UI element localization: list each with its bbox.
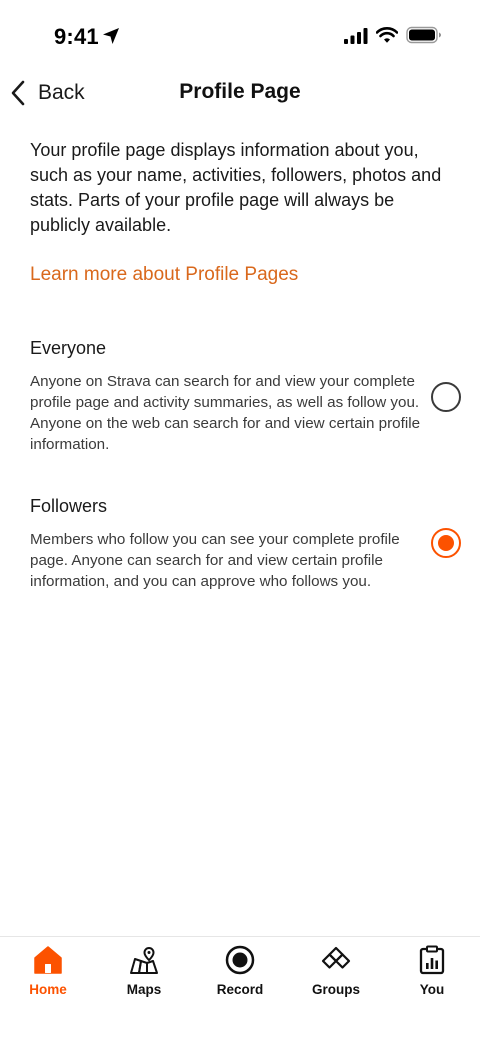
tab-label: Home [29, 982, 67, 997]
status-time: 9:41 [54, 24, 99, 49]
tab-maps[interactable]: Maps [96, 945, 192, 1005]
option-description: Anyone on Strava can search for and view… [30, 373, 421, 453]
home-icon [34, 946, 62, 974]
navigation-bar: Back Profile Page [0, 70, 480, 116]
tab-label: You [419, 982, 445, 997]
map-icon [130, 946, 158, 974]
status-bar: 9:41 [0, 0, 480, 70]
tab-home[interactable]: Home [0, 945, 96, 1005]
groups-icon [321, 946, 351, 969]
tab-groups[interactable]: Groups [288, 945, 384, 1005]
chevron-left-icon [11, 80, 25, 106]
tab-label: Groups [311, 982, 360, 997]
battery-icon [406, 26, 441, 44]
cellular-signal-icon [344, 28, 368, 44]
tab-label: Record [216, 982, 264, 997]
radio-button-selected[interactable] [431, 528, 461, 558]
clipboard-icon [419, 945, 445, 975]
intro-text: Your profile page displays information a… [30, 140, 442, 235]
option-followers[interactable]: Followers Members who follow you can see… [0, 496, 480, 596]
back-label: Back [38, 81, 85, 104]
option-title: Followers [30, 496, 108, 516]
tab-you[interactable]: You [384, 945, 480, 1005]
radio-button-unselected[interactable] [431, 382, 461, 412]
option-title: Everyone [30, 338, 107, 358]
option-everyone[interactable]: Everyone Anyone on Strava can search for… [0, 338, 480, 458]
record-icon [225, 945, 255, 975]
tab-label: Maps [126, 982, 162, 997]
learn-more-link[interactable]: Learn more about Profile Pages [30, 264, 298, 286]
location-arrow-icon [103, 28, 119, 44]
back-button[interactable]: Back [8, 76, 85, 110]
tab-record[interactable]: Record [192, 945, 288, 1005]
wifi-icon [376, 27, 398, 43]
option-description: Members who follow you can see your comp… [30, 531, 400, 590]
tab-bar: Home Maps Record Groups You [0, 936, 480, 1040]
